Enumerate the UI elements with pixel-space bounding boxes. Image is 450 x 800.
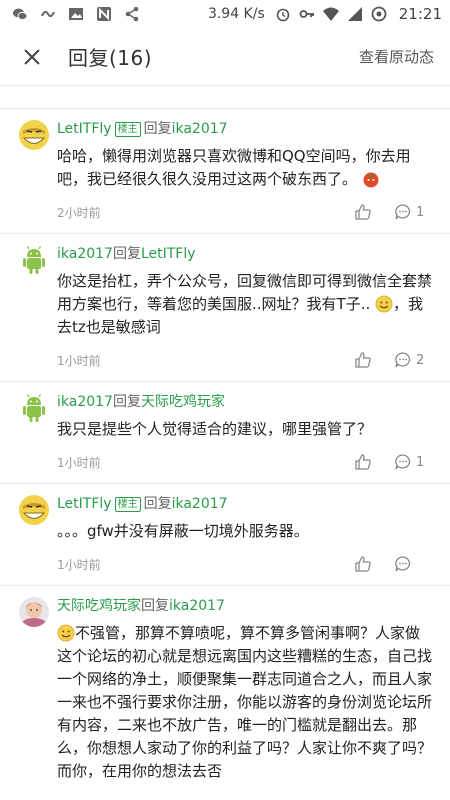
- like-button[interactable]: [354, 203, 372, 221]
- like-button[interactable]: [354, 555, 372, 573]
- child-photo-avatar[interactable]: [18, 596, 50, 628]
- reply-word: 回复: [143, 121, 172, 137]
- comment-text: 哈哈，懒得用浏览器只喜欢微博和QQ空间吗，你去用吧，我已经很久很久没用过这两个破…: [57, 145, 432, 191]
- smiley-avatar[interactable]: [18, 119, 50, 151]
- comment-time: 1小时前: [57, 353, 101, 368]
- data-saver-icon: [371, 6, 387, 22]
- comment-item: ika2017 回复 天际吃鸡玩家 我只是提些个人觉得适合的建议，哪里强管了？ …: [0, 381, 450, 483]
- close-button[interactable]: [18, 43, 46, 71]
- clock: 21:21: [398, 5, 442, 23]
- reply-target[interactable]: LetITFly: [141, 244, 196, 264]
- comment-meta: ika2017 回复 LetITFly: [57, 244, 432, 264]
- like-button[interactable]: [354, 453, 372, 471]
- alarm-icon: [276, 8, 290, 22]
- comment-footer: 2小时前 1: [57, 203, 432, 221]
- sim-icon: [347, 7, 362, 21]
- reply-target[interactable]: ika2017: [169, 596, 225, 616]
- op-badge: 楼主: [114, 496, 141, 512]
- comment-footer: 1小时前 1: [57, 453, 432, 471]
- comment-time: 2小时前: [57, 205, 101, 220]
- reply-count: 1: [416, 204, 425, 220]
- android-avatar[interactable]: [18, 244, 50, 276]
- status-bar: 3.94 K/s 21:21: [0, 0, 450, 28]
- smile-emoji: [57, 624, 75, 642]
- comment-item: ika2017 回复 LetITFly 你这是抬杠，弄个公众号，回复微信即可得到…: [0, 233, 450, 381]
- comment-author[interactable]: ika2017: [57, 392, 113, 412]
- header: 回复(16) 查看原动态: [0, 28, 450, 86]
- status-bar-right: 3.94 K/s 21:21: [208, 5, 442, 23]
- thumbs-up-icon: [355, 352, 371, 368]
- comment-icon: [395, 352, 411, 368]
- close-icon: [24, 48, 40, 65]
- comment-time: 1小时前: [57, 455, 101, 470]
- reply-count: 1: [416, 454, 425, 470]
- smile-emoji: [375, 295, 393, 313]
- comment-text: 。。。gfw并没有屏蔽一切境外服务器。: [57, 522, 309, 540]
- reply-button[interactable]: 1: [394, 453, 432, 471]
- comment-body: 哈哈，懒得用浏览器只喜欢微博和QQ空间吗，你去用吧，我已经很久很久没用过这两个破…: [57, 147, 411, 188]
- thumbs-up-icon: [355, 454, 371, 470]
- comment-time: 1小时前: [57, 557, 101, 572]
- thumbs-up-icon: [355, 204, 371, 220]
- wifi-icon: [322, 7, 339, 21]
- comment-icon: [395, 454, 411, 470]
- comment-author[interactable]: LetITFly: [57, 119, 112, 139]
- comment-footer: 1小时前 2: [57, 351, 432, 369]
- comment-item: LetITFly 楼主 回复 ika2017 哈哈，懒得用浏览器只喜欢微博和QQ…: [0, 108, 450, 233]
- page-title: 回复(16): [68, 46, 153, 70]
- comment-text: 我只是提些个人觉得适合的建议，哪里强管了？: [57, 420, 373, 438]
- comment-item: LetITFly 楼主 回复 ika2017 。。。gfw并没有屏蔽一切境外服务…: [0, 483, 450, 585]
- comment-meta: LetITFly 楼主 回复 ika2017: [57, 119, 432, 139]
- reply-button[interactable]: 2: [394, 351, 432, 369]
- reply-word: 回复: [112, 246, 141, 262]
- reply-button[interactable]: 1: [394, 203, 432, 221]
- wechat-icon: [13, 8, 28, 21]
- reply-target[interactable]: 天际吃鸡玩家: [141, 392, 225, 412]
- reply-target[interactable]: ika2017: [172, 494, 228, 514]
- reply-word: 回复: [141, 598, 169, 614]
- reply-button[interactable]: [394, 555, 432, 573]
- reply-count: 2: [416, 352, 425, 368]
- smiley-avatar[interactable]: [18, 494, 50, 526]
- android-avatar[interactable]: [18, 392, 50, 424]
- network-speed: 3.94 K/s: [207, 6, 265, 22]
- comment-text: 你这是抬杠，弄个公众号，回复微信即可得到微信全套禁用方案也行，等着您的美国服..…: [57, 270, 432, 339]
- status-bar-left: [12, 6, 140, 22]
- reply-target[interactable]: ika2017: [172, 119, 228, 139]
- tomato-emoji: [363, 172, 379, 188]
- comment-text: 不强管，那算不算喷呢，算不算多管闲事啊？人家做这个论坛的初心就是想远离国内这些糟…: [57, 622, 432, 783]
- comment-meta: 天际吃鸡玩家 回复 ika2017: [57, 596, 432, 616]
- comment-body: 不强管，那算不算喷呢，算不算多管闲事啊？人家做这个论坛的初心就是想远离国内这些糟…: [57, 624, 433, 780]
- like-button[interactable]: [354, 351, 372, 369]
- comment-icon: [395, 556, 411, 572]
- thumbs-up-icon: [355, 556, 371, 572]
- comment-author[interactable]: ika2017: [57, 244, 113, 264]
- op-badge: 楼主: [114, 121, 141, 137]
- comment-item: 天际吃鸡玩家 回复 ika2017 不强管，那算不算喷呢，算不算多管闲事啊？人家…: [0, 585, 450, 795]
- comment-meta: ika2017 回复 天际吃鸡玩家: [57, 392, 432, 412]
- comment-meta: LetITFly 楼主 回复 ika2017: [57, 494, 432, 514]
- share-icon: [125, 6, 139, 22]
- view-original-button[interactable]: 查看原动态: [359, 46, 434, 67]
- n-app-icon: [97, 7, 111, 21]
- comment-icon: [395, 204, 411, 220]
- image-icon: [69, 8, 83, 20]
- reply-word: 回复: [143, 496, 172, 512]
- link-icon: [41, 10, 55, 18]
- comment-footer: 1小时前: [57, 555, 432, 573]
- reply-word: 回复: [112, 394, 141, 410]
- comment-author[interactable]: LetITFly: [57, 494, 112, 514]
- comment-list: LetITFly 楼主 回复 ika2017 哈哈，懒得用浏览器只喜欢微博和QQ…: [0, 108, 450, 795]
- key-icon: [299, 10, 314, 18]
- comment-author[interactable]: 天际吃鸡玩家: [57, 596, 141, 616]
